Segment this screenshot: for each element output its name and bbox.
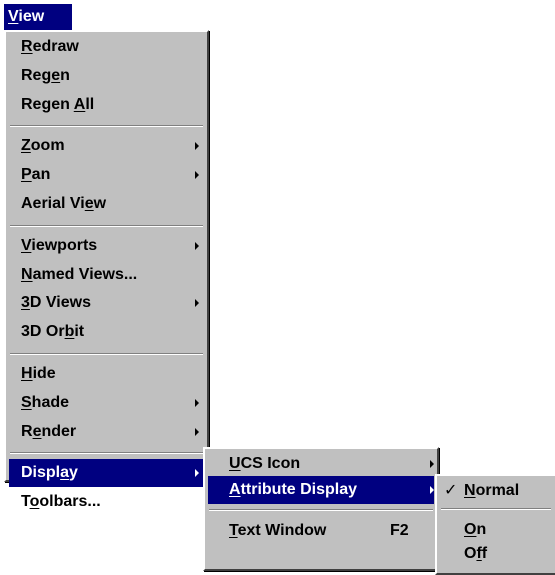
menu-separator xyxy=(10,224,203,227)
menu-item-label: Regen All xyxy=(21,95,95,113)
menu-item-redraw[interactable]: Redraw xyxy=(9,33,204,61)
menu-item-label: Shade xyxy=(21,393,70,411)
menu-item-label: 3D Orbit xyxy=(21,323,85,341)
submenu-arrow-icon xyxy=(195,299,199,308)
menu-item-toolbars[interactable]: Toolbars... xyxy=(9,488,204,516)
menu-item-label: Hide xyxy=(21,365,56,382)
menu-item-label: Display xyxy=(21,464,78,482)
display-submenu: UCS Icon Attribute Display Text Window F2 xyxy=(203,447,439,571)
menu-item-label: Normal xyxy=(464,482,520,499)
view-menu: Redraw Regen Regen All Zoom Pan Aerial View Vi… xyxy=(4,30,209,510)
menu-separator xyxy=(10,125,203,128)
menu-item-named-views[interactable]: Named Views... xyxy=(9,261,204,289)
menu-item-label: Off xyxy=(464,545,488,562)
menu-item-label: Pan xyxy=(21,166,51,184)
menu-item-label: Attribute Display xyxy=(229,481,358,498)
menu-item-label: UCS Icon xyxy=(229,455,301,472)
submenu-arrow-icon xyxy=(195,241,199,250)
menu-separator xyxy=(10,452,203,455)
menu-item-label: Regen xyxy=(21,66,70,84)
menu-item-regen[interactable]: Regen xyxy=(9,62,204,90)
menu-item-label: Aerial View xyxy=(21,195,107,212)
menu-item-label: Viewports xyxy=(21,236,98,254)
view-menu-title[interactable]: View xyxy=(4,4,72,30)
submenu-arrow-icon xyxy=(195,142,199,151)
menu-item-label: Text Window xyxy=(229,522,327,539)
attribute-display-submenu: ✓ Normal On Off xyxy=(435,474,555,575)
submenu-arrow-icon xyxy=(195,171,199,180)
menu-item-normal[interactable]: ✓ Normal xyxy=(440,477,552,505)
submenu-arrow-icon xyxy=(430,460,434,468)
menu-item-zoom[interactable]: Zoom xyxy=(9,132,204,160)
menu-item-label: Named Views... xyxy=(21,265,138,283)
menu-item-pan[interactable]: Pan xyxy=(9,161,204,189)
shortcut-label: F2 xyxy=(390,522,409,539)
menu-item-3d-orbit[interactable]: 3D Orbit xyxy=(9,318,204,346)
menu-separator xyxy=(209,509,433,511)
menu-item-text-window[interactable]: Text Window F2 xyxy=(208,517,434,545)
checkmark-icon: ✓ xyxy=(444,482,458,499)
menu-item-label: Redraw xyxy=(21,38,79,55)
submenu-arrow-icon xyxy=(195,427,199,436)
menu-item-regen-all[interactable]: Regen All xyxy=(9,91,204,119)
menu-item-label: Toolbars... xyxy=(21,493,101,511)
submenu-arrow-icon xyxy=(195,469,199,478)
menu-item-label: Zoom xyxy=(21,137,65,155)
submenu-arrow-icon xyxy=(430,486,434,494)
menu-separator xyxy=(10,353,203,355)
view-menu-title-label: View xyxy=(8,8,45,25)
menu-item-display[interactable]: Display xyxy=(9,459,204,488)
menu-item-label: Render xyxy=(21,422,77,440)
menu-item-attribute-display[interactable]: Attribute Display xyxy=(208,476,434,504)
submenu-arrow-icon xyxy=(195,398,199,407)
menu-item-render[interactable]: Render xyxy=(9,418,204,446)
menu-item-3d-views[interactable]: 3D Views xyxy=(9,289,204,317)
menu-item-label: On xyxy=(464,521,487,538)
menu-item-aerial-view[interactable]: Aerial View xyxy=(9,190,204,218)
menu-separator xyxy=(441,508,551,510)
menu-item-shade[interactable]: Shade xyxy=(9,389,204,417)
menu-item-off[interactable]: Off xyxy=(440,540,552,568)
menu-item-ucs-icon[interactable]: UCS Icon xyxy=(208,450,434,478)
menu-item-viewports[interactable]: Viewports xyxy=(9,232,204,260)
menu-item-hide[interactable]: Hide xyxy=(9,360,204,388)
menu-item-label: 3D Views xyxy=(21,294,91,312)
